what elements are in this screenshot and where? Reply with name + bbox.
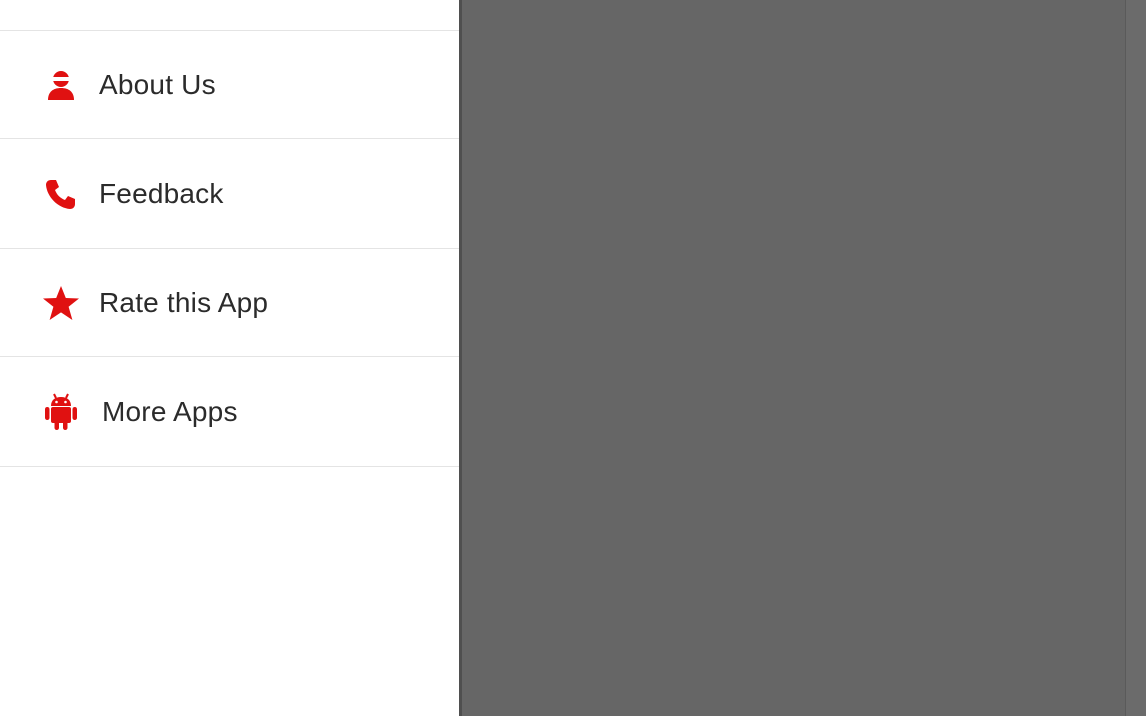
content-scrim[interactable] [459, 0, 1146, 716]
drawer-menu: About Us Feedback Rate this App More App… [0, 31, 459, 467]
screen: About Us Feedback Rate this App More App… [0, 0, 1146, 716]
right-edge-strip [1125, 0, 1146, 716]
android-icon [42, 393, 80, 431]
person-icon [42, 66, 80, 104]
menu-item-more-apps[interactable]: More Apps [0, 357, 459, 467]
phone-icon [42, 175, 80, 213]
menu-item-label: Rate this App [99, 286, 269, 318]
menu-item-rate-this-app[interactable]: Rate this App [0, 249, 459, 357]
navigation-drawer: About Us Feedback Rate this App More App… [0, 0, 459, 716]
menu-item-label: Feedback [99, 177, 224, 209]
menu-item-about-us[interactable]: About Us [0, 31, 459, 139]
menu-item-label: About Us [99, 68, 216, 100]
drawer-header [0, 0, 459, 31]
star-icon [42, 284, 80, 322]
drawer-shadow-edge [459, 0, 462, 716]
menu-item-feedback[interactable]: Feedback [0, 139, 459, 249]
menu-item-label: More Apps [102, 395, 238, 427]
